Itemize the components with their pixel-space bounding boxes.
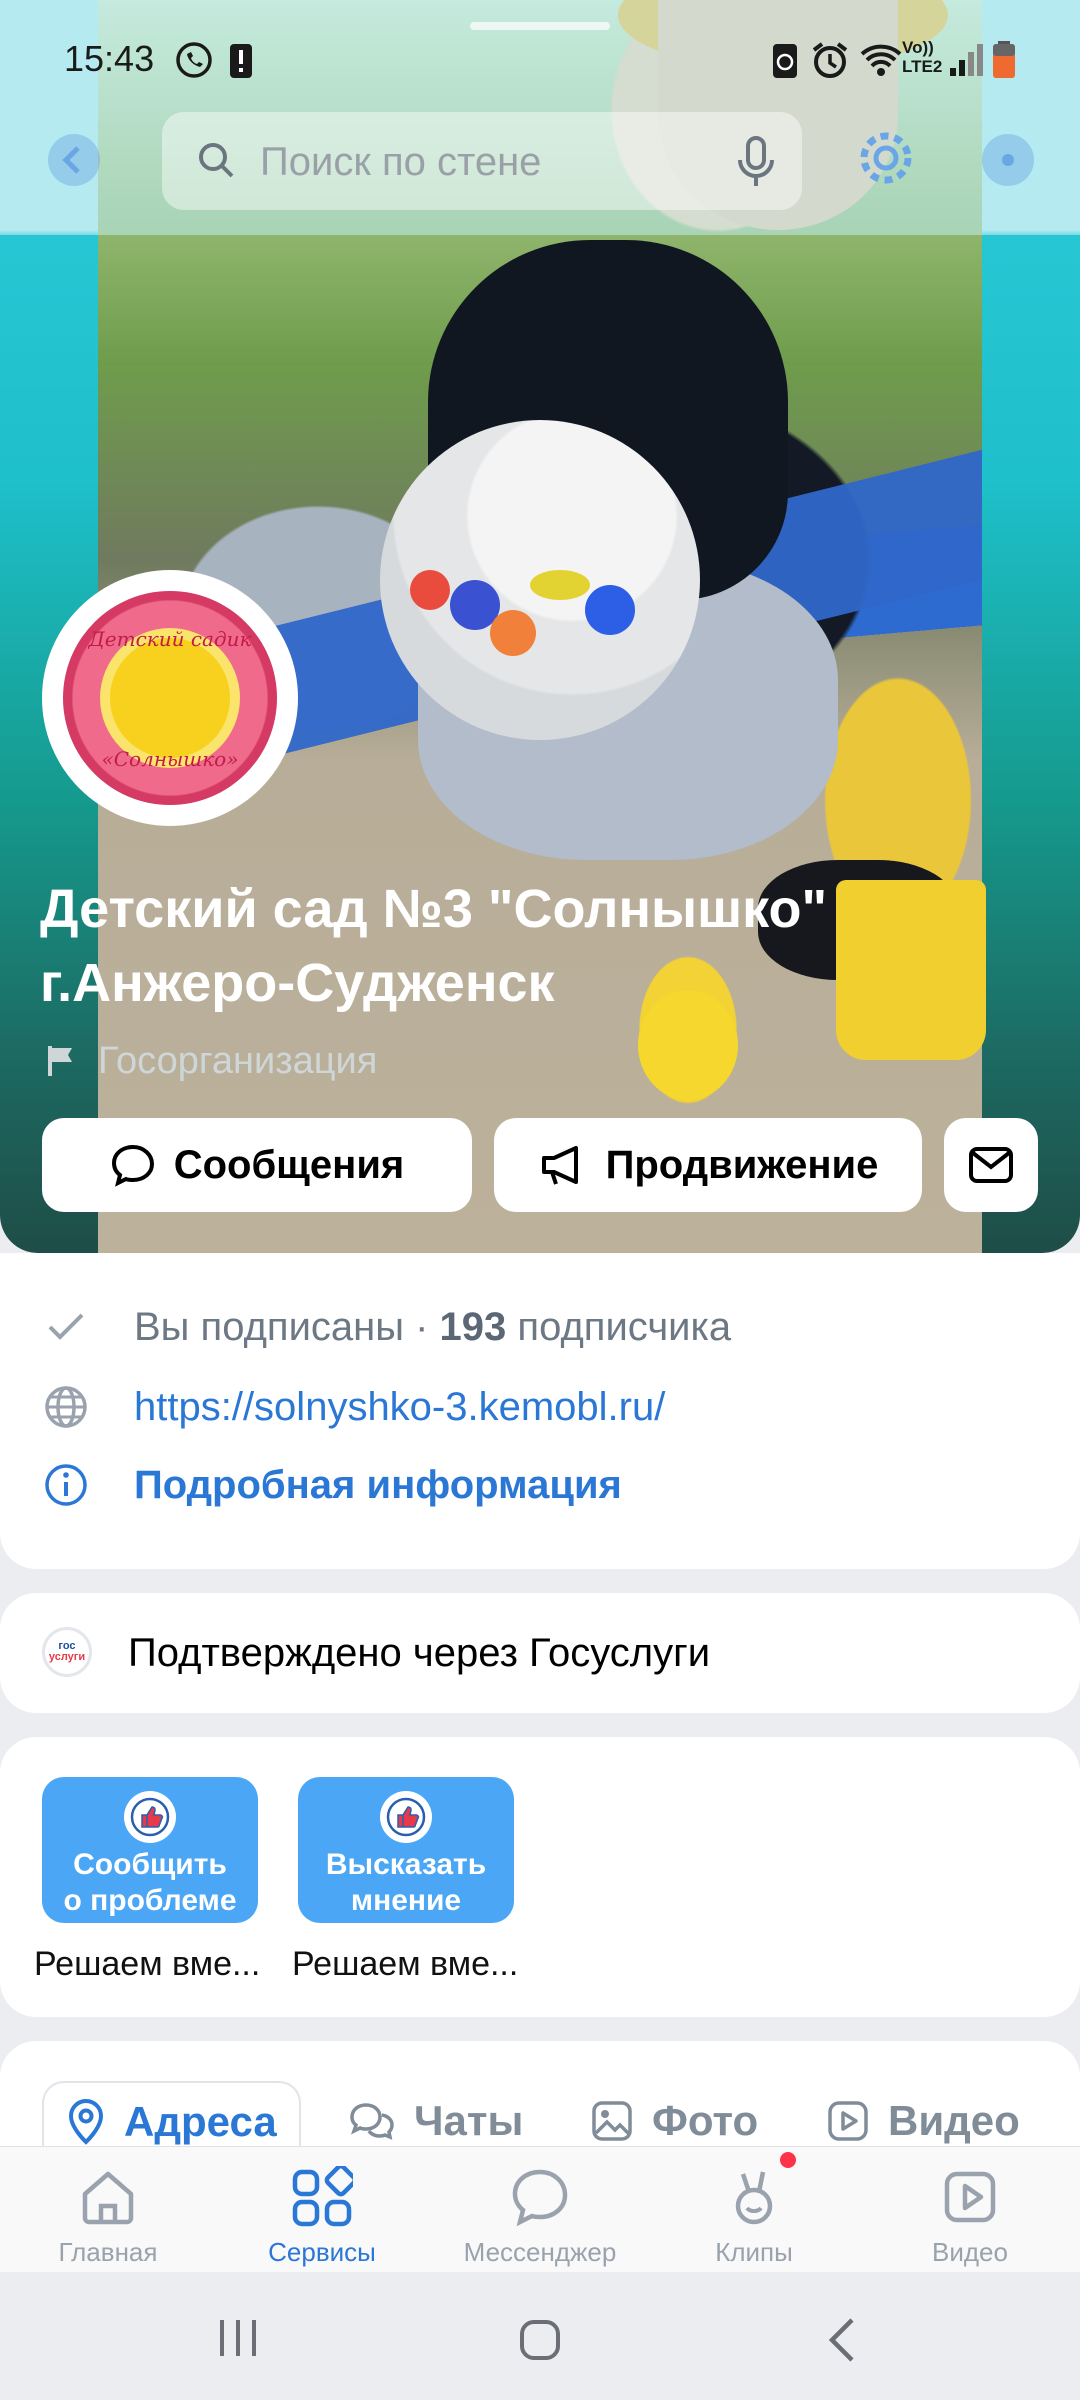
- gosuslugi-logo: гос услуги: [42, 1627, 92, 1677]
- clips-icon: [735, 2171, 773, 2225]
- info-icon: [45, 1464, 87, 1506]
- gosuslugi-verification-card[interactable]: гос услуги Подтверждено через Госуслуги: [0, 1593, 1080, 1713]
- location-pin-icon: [68, 2099, 104, 2145]
- nav-services[interactable]: Сервисы: [222, 2163, 422, 2268]
- subscription-row[interactable]: Вы подписаны · 193 подписчика: [42, 1303, 731, 1351]
- signal-icon: [950, 44, 983, 76]
- whatsapp-icon: [176, 42, 212, 78]
- thumbs-up-icon: [130, 1797, 170, 1837]
- megaphone-icon: [541, 1146, 578, 1185]
- recent-apps-icon[interactable]: [210, 2316, 266, 2360]
- battery-saver-icon: [773, 44, 797, 78]
- sun-logo-icon: [110, 638, 230, 758]
- website-link[interactable]: https://solnyshko-3.kemobl.ru/: [134, 1385, 665, 1430]
- group-info-card: Вы подписаны · 193 подписчика https://so…: [0, 1253, 1080, 1569]
- group-title: Детский сад №3 "Солнышко" г.Анжеро-Судже…: [40, 879, 828, 1013]
- back-arrow-icon[interactable]: [46, 132, 102, 188]
- system-navigation-bar: [0, 2272, 1080, 2400]
- photo-inset-bubble: [380, 420, 700, 740]
- wall-search-field[interactable]: Поиск по стене: [162, 112, 802, 210]
- thumbs-up-icon: [386, 1797, 426, 1837]
- more-options-icon[interactable]: [980, 132, 1036, 188]
- nav-clips[interactable]: Клипы: [654, 2163, 854, 2268]
- nav-video[interactable]: Видео: [870, 2163, 1070, 2268]
- kindergarten-logo: Детский садик «Солнышко»: [63, 591, 277, 805]
- services-grid-icon: [292, 2166, 353, 2227]
- widget-caption: Решаем вме...: [292, 1945, 519, 1983]
- wifi-icon: [860, 44, 902, 76]
- flag-icon: [48, 1046, 72, 1076]
- status-bar: 15:43 Vo)) LTE2: [0, 0, 1080, 120]
- express-opinion-widget[interactable]: Высказать мнение: [298, 1777, 514, 1923]
- status-time: 15:43: [64, 38, 155, 79]
- group-category: Госорганизация: [46, 1036, 377, 1086]
- website-row[interactable]: https://solnyshko-3.kemobl.ru/: [42, 1383, 665, 1431]
- report-problem-widget[interactable]: Сообщить о проблеме: [42, 1777, 258, 1923]
- promotion-button[interactable]: Продвижение: [494, 1118, 922, 1212]
- microphone-icon[interactable]: [732, 134, 780, 190]
- battery-alert-icon: [230, 44, 252, 78]
- nav-messenger[interactable]: Мессенджер: [440, 2163, 640, 2268]
- battery-icon: [993, 41, 1015, 78]
- video-icon: [828, 2101, 868, 2141]
- search-icon: [199, 143, 234, 178]
- chats-icon: [350, 2103, 394, 2140]
- bottom-navigation: Главная Сервисы Мессенджер Клипы Видео: [0, 2146, 1080, 2272]
- widgets-card: Сообщить о проблеме Решаем вме... Высказ…: [0, 1737, 1080, 2017]
- alarm-icon: [812, 42, 848, 78]
- search-placeholder: Поиск по стене: [260, 140, 542, 184]
- globe-icon: [45, 1386, 87, 1428]
- messages-button[interactable]: Сообщения: [42, 1118, 472, 1212]
- back-button-icon[interactable]: [816, 2316, 872, 2364]
- clips-notification-dot: [780, 2152, 796, 2168]
- home-button-icon[interactable]: [512, 2316, 568, 2364]
- home-icon: [82, 2171, 134, 2225]
- settings-gear-icon[interactable]: [854, 126, 918, 190]
- widget-caption: Решаем вме...: [34, 1945, 261, 1983]
- nav-home[interactable]: Главная: [8, 2163, 208, 2268]
- group-avatar[interactable]: Детский садик «Солнышко»: [42, 570, 298, 826]
- envelope-icon: [969, 1147, 1013, 1183]
- mail-button[interactable]: [944, 1118, 1038, 1212]
- video-nav-icon: [944, 2171, 996, 2223]
- details-row[interactable]: Подробная информация: [42, 1461, 622, 1509]
- check-icon: [48, 1313, 84, 1340]
- verification-text: Подтверждено через Госуслуги: [128, 1631, 711, 1675]
- network-label: Vo)) LTE2: [902, 38, 943, 76]
- chat-bubble-icon: [111, 1144, 154, 1187]
- photo-icon: [592, 2101, 632, 2141]
- messenger-icon: [512, 2169, 568, 2227]
